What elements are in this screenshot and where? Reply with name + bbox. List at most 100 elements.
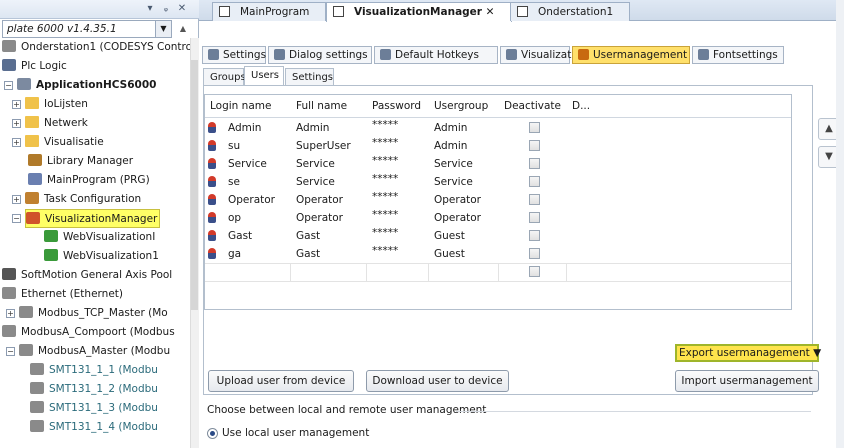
close-icon[interactable]: ✕ bbox=[176, 3, 188, 15]
expand-icon[interactable]: + bbox=[12, 100, 21, 109]
tree-node[interactable]: WebVisualizationI bbox=[44, 228, 155, 247]
full-name-cell[interactable]: Service bbox=[292, 173, 364, 191]
column-header[interactable]: Full name bbox=[290, 94, 366, 118]
tree-node[interactable]: MainProgram (PRG) bbox=[28, 171, 150, 190]
column-header[interactable]: Deactivate bbox=[498, 94, 566, 118]
password-cell[interactable]: ***** bbox=[368, 209, 426, 227]
inner-tab[interactable]: Settings bbox=[285, 68, 334, 86]
deactivate-checkbox[interactable] bbox=[529, 122, 540, 133]
full-name-cell[interactable]: Service bbox=[292, 155, 364, 173]
expand-icon[interactable]: + bbox=[12, 195, 21, 204]
deactivate-checkbox[interactable] bbox=[529, 194, 540, 205]
collapse-icon[interactable]: − bbox=[6, 347, 15, 356]
editor-tab[interactable]: Usermanagement bbox=[572, 46, 690, 64]
usergroup-cell[interactable]: Service bbox=[430, 173, 496, 191]
full-name-cell[interactable]: Admin bbox=[292, 119, 364, 137]
password-cell[interactable]: ***** bbox=[368, 173, 426, 191]
chevron-down-icon[interactable]: ▼ bbox=[155, 21, 171, 37]
tree-node[interactable]: Task Configuration bbox=[25, 190, 141, 209]
password-cell[interactable]: ***** bbox=[368, 119, 426, 137]
tree-node[interactable]: SMT131_1_1 (Modbu bbox=[30, 361, 158, 380]
deactivate-checkbox[interactable] bbox=[529, 248, 540, 259]
download-user-button[interactable]: Download user to device bbox=[366, 370, 509, 392]
doc-tab[interactable]: MainProgram bbox=[212, 2, 326, 21]
editor-tab[interactable]: Settings bbox=[202, 46, 266, 64]
tree-node[interactable]: VisualizationManager bbox=[25, 209, 161, 228]
close-icon[interactable]: ✕ bbox=[482, 6, 495, 18]
deactivate-checkbox[interactable] bbox=[529, 140, 540, 151]
tree-node[interactable]: ApplicationHCS6000 bbox=[17, 76, 156, 95]
editor-tab[interactable]: Default Hotkeys bbox=[374, 46, 498, 64]
tree-node[interactable]: Onderstation1 (CODESYS Control bbox=[2, 38, 190, 57]
usergroup-cell[interactable]: Service bbox=[430, 155, 496, 173]
usergroup-cell[interactable]: Admin bbox=[430, 119, 496, 137]
password-cell[interactable]: ***** bbox=[368, 245, 426, 263]
full-name-cell[interactable] bbox=[292, 263, 364, 281]
device-combo[interactable]: plate 6000 v1.4.35.1 bbox=[2, 20, 172, 38]
password-cell[interactable]: ***** bbox=[368, 155, 426, 173]
tree-node[interactable]: Library Manager bbox=[28, 152, 133, 171]
password-cell[interactable]: ***** bbox=[368, 191, 426, 209]
tree-node[interactable]: Netwerk bbox=[25, 114, 88, 133]
usergroup-cell[interactable] bbox=[430, 263, 496, 281]
scroll-up-icon[interactable]: ▲ bbox=[176, 21, 190, 37]
tree-node[interactable]: Ethernet (Ethernet) bbox=[2, 285, 123, 304]
deactivate-checkbox[interactable] bbox=[529, 158, 540, 169]
collapse-icon[interactable]: − bbox=[12, 214, 21, 223]
export-usermanagement-button[interactable]: Export usermanagement ▼ bbox=[675, 344, 821, 362]
tree-node[interactable]: SMT131_1_4 (Modbu bbox=[30, 418, 158, 437]
tree-node[interactable]: SMT131_1_2 (Modbu bbox=[30, 380, 158, 399]
usergroup-cell[interactable]: Operator bbox=[430, 209, 496, 227]
editor-scrollbar[interactable] bbox=[836, 0, 844, 448]
inner-tab[interactable]: Groups bbox=[203, 68, 246, 86]
usergroup-cell[interactable]: Guest bbox=[430, 227, 496, 245]
editor-tab[interactable]: Dialog settings bbox=[268, 46, 372, 64]
doc-tab[interactable]: Onderstation1 bbox=[510, 2, 630, 21]
column-header[interactable]: Password bbox=[366, 94, 428, 118]
tree-node[interactable]: IoLijsten bbox=[25, 95, 88, 114]
tree-node[interactable]: ModbusA_Compoort (Modbus bbox=[2, 323, 175, 342]
tree-node[interactable]: SoftMotion General Axis Pool bbox=[2, 266, 172, 285]
program-icon bbox=[28, 173, 42, 185]
chevron-down-icon[interactable]: ▾ bbox=[144, 3, 156, 15]
column-header[interactable]: D... bbox=[566, 94, 592, 118]
tree-scrollbar-thumb[interactable] bbox=[191, 60, 198, 310]
usergroup-cell[interactable]: Guest bbox=[430, 245, 496, 263]
expand-icon[interactable]: + bbox=[6, 309, 15, 318]
full-name-cell[interactable]: Gast bbox=[292, 245, 364, 263]
visualization-manager-icon bbox=[26, 212, 40, 224]
full-name-cell[interactable]: Gast bbox=[292, 227, 364, 245]
tree-node-label: SMT131_1_2 (Modbu bbox=[49, 383, 158, 395]
password-cell[interactable]: ***** bbox=[368, 137, 426, 155]
expand-icon[interactable]: + bbox=[12, 138, 21, 147]
column-header[interactable]: Usergroup bbox=[428, 94, 498, 118]
usergroup-cell[interactable]: Operator bbox=[430, 191, 496, 209]
full-name-cell[interactable]: Operator bbox=[292, 209, 364, 227]
full-name-cell[interactable]: Operator bbox=[292, 191, 364, 209]
collapse-icon[interactable]: − bbox=[4, 81, 13, 90]
editor-tab[interactable]: Visualizations bbox=[500, 46, 593, 64]
usergroup-cell[interactable]: Admin bbox=[430, 137, 496, 155]
upload-user-button[interactable]: Upload user from device bbox=[208, 370, 354, 392]
deactivate-checkbox[interactable] bbox=[529, 266, 540, 277]
deactivate-checkbox[interactable] bbox=[529, 212, 540, 223]
deactivate-checkbox[interactable] bbox=[529, 230, 540, 241]
tree-node[interactable]: Visualisatie bbox=[25, 133, 104, 152]
expand-icon[interactable]: + bbox=[12, 119, 21, 128]
editor-tab[interactable]: Fontsettings bbox=[692, 46, 784, 64]
pin-icon[interactable]: ᵩ bbox=[160, 3, 172, 15]
password-cell[interactable] bbox=[368, 263, 426, 281]
password-cell[interactable]: ***** bbox=[368, 227, 426, 245]
column-header[interactable]: Login name bbox=[204, 94, 290, 118]
local-user-management-label[interactable]: Use local user management bbox=[222, 424, 369, 442]
inner-tab[interactable]: Users bbox=[244, 66, 284, 86]
tree-node[interactable]: ModbusA_Master (Modbu bbox=[19, 342, 170, 361]
tree-node[interactable]: Modbus_TCP_Master (Mo bbox=[19, 304, 168, 323]
doc-tab[interactable]: VisualizationManager ✕ bbox=[326, 2, 512, 22]
full-name-cell[interactable]: SuperUser bbox=[292, 137, 364, 155]
tree-node[interactable]: Plc Logic bbox=[2, 57, 67, 76]
import-usermanagement-button[interactable]: Import usermanagement bbox=[675, 370, 819, 392]
tree-node[interactable]: SMT131_1_3 (Modbu bbox=[30, 399, 158, 418]
tree-node[interactable]: WebVisualization1 bbox=[44, 247, 159, 266]
deactivate-checkbox[interactable] bbox=[529, 176, 540, 187]
